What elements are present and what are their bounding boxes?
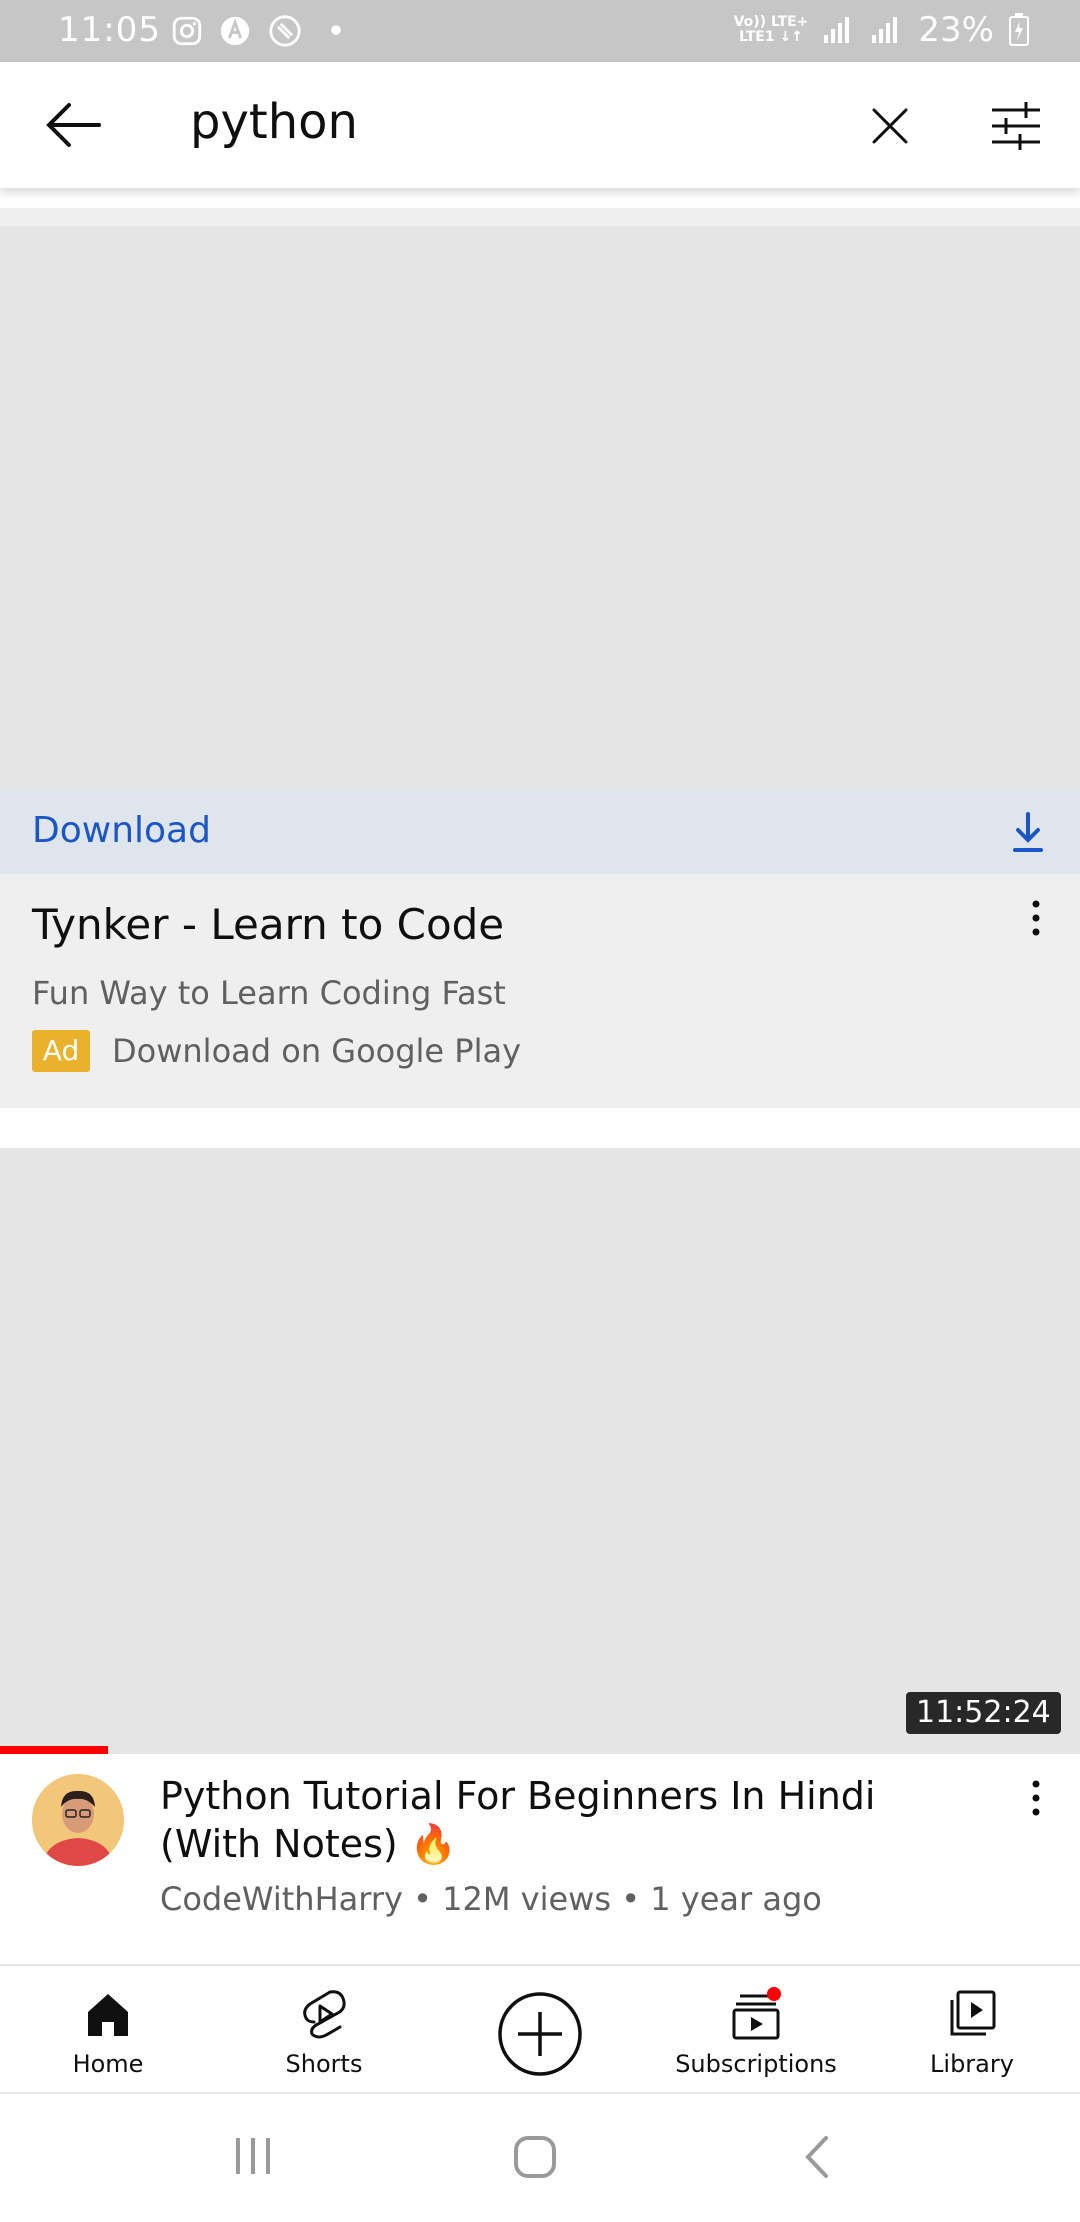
clear-search-icon[interactable] (866, 102, 914, 150)
watch-progress-bar (0, 1746, 1080, 1754)
video-duration-badge: 11:52:24 (906, 1692, 1061, 1734)
nav-library[interactable]: Library (864, 1966, 1080, 2094)
video-metadata: CodeWithHarry • 12M views • 1 year ago (160, 1880, 822, 1918)
instagram-icon (172, 16, 202, 46)
notification-dot-icon (331, 25, 341, 35)
app-a-icon (220, 16, 250, 46)
home-button-icon[interactable] (512, 2134, 558, 2180)
person-avatar-icon (32, 1774, 124, 1866)
nav-home[interactable]: Home (0, 1966, 216, 2094)
search-input[interactable]: python (190, 94, 358, 150)
subscriptions-icon (732, 1987, 781, 2040)
filter-settings-icon[interactable] (988, 98, 1044, 154)
video-thumbnail[interactable] (0, 1148, 1080, 1746)
network-type: Vo)) LTE+ LTE1 ↓↑ (734, 15, 809, 45)
download-icon[interactable] (1010, 810, 1046, 854)
status-bar: 11:05 Vo)) LTE+ LTE1 ↓↑ 23% (0, 0, 1080, 62)
library-icon (950, 1990, 996, 2036)
status-right: Vo)) LTE+ LTE1 ↓↑ 23% (734, 10, 1030, 50)
search-header: python (0, 62, 1080, 188)
bottom-navigation: Home Shorts Subscriptions Library (0, 1964, 1080, 2094)
nav-shorts[interactable]: Shorts (216, 1966, 432, 2094)
ad-badge: Ad (32, 1030, 90, 1072)
nav-subscriptions[interactable]: Subscriptions (648, 1966, 864, 2094)
nav-subscriptions-label: Subscriptions (675, 2050, 837, 2078)
ad-download-label: Download (32, 810, 211, 851)
nav-home-label: Home (72, 2050, 144, 2078)
shorts-icon (303, 1990, 346, 2039)
ad-description: Fun Way to Learn Coding Fast (32, 974, 506, 1012)
more-vert-icon[interactable] (1022, 898, 1050, 938)
ad-title[interactable]: Tynker - Learn to Code (32, 900, 504, 949)
signal-icon (824, 17, 850, 43)
battery-icon (1009, 13, 1029, 46)
watch-progress-fill (0, 1746, 108, 1754)
channel-avatar[interactable] (32, 1774, 124, 1866)
app-s-icon (269, 15, 301, 47)
network-bottom-label: LTE1 ↓↑ (739, 29, 803, 45)
system-back-icon[interactable] (800, 2134, 834, 2180)
home-icon (88, 1994, 128, 2036)
video-title[interactable]: Python Tutorial For Beginners In Hindi (… (160, 1772, 960, 1868)
ad-download-bar[interactable]: Download (0, 790, 1080, 874)
create-plus-icon[interactable] (496, 1990, 584, 2078)
back-arrow-icon[interactable] (44, 100, 104, 150)
battery-percent: 23% (918, 10, 994, 50)
ad-media-placeholder[interactable] (0, 226, 1080, 790)
more-vert-icon[interactable] (1022, 1778, 1050, 1818)
signal-2-icon (872, 17, 898, 43)
nav-shorts-label: Shorts (285, 2050, 363, 2078)
network-top-label: Vo)) LTE+ (733, 14, 809, 30)
ad-source: Download on Google Play (112, 1032, 522, 1070)
nav-library-label: Library (930, 2050, 1014, 2078)
system-navigation-bar (0, 2092, 1080, 2222)
status-time: 11:05 (58, 10, 161, 50)
recent-apps-icon[interactable] (230, 2134, 276, 2178)
